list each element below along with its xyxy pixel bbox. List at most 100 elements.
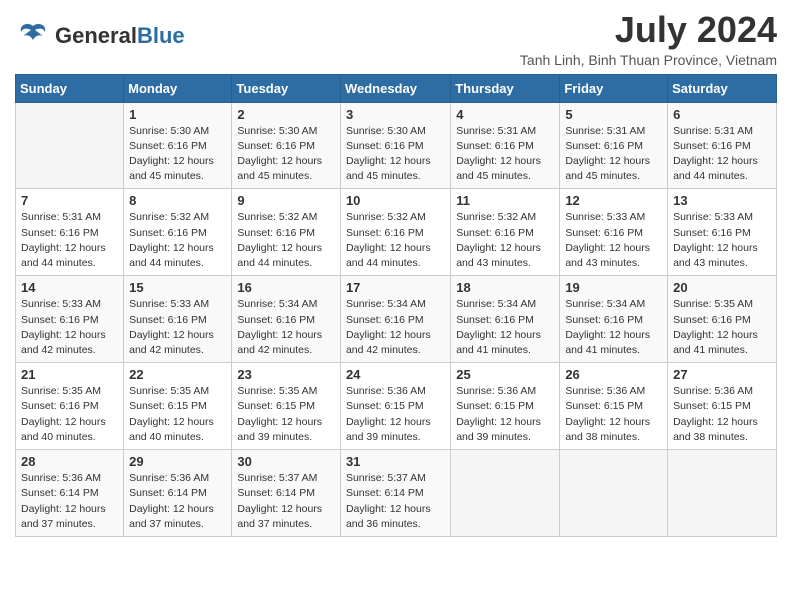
calendar-cell: 25 Sunrise: 5:36 AM Sunset: 6:15 PM Dayli…	[451, 363, 560, 450]
calendar-cell: 29 Sunrise: 5:36 AM Sunset: 6:14 PM Dayli…	[124, 450, 232, 537]
day-number: 30	[237, 454, 335, 469]
day-info: Sunrise: 5:37 AM Sunset: 6:14 PM Dayligh…	[237, 471, 335, 532]
weekday-header-sunday: Sunday	[16, 74, 124, 102]
day-info: Sunrise: 5:35 AM Sunset: 6:16 PM Dayligh…	[21, 384, 118, 445]
title-area: July 2024 Tanh Linh, Binh Thuan Province…	[520, 10, 777, 68]
day-number: 8	[129, 193, 226, 208]
calendar-cell: 13 Sunrise: 5:33 AM Sunset: 6:16 PM Dayli…	[668, 189, 777, 276]
day-info: Sunrise: 5:30 AM Sunset: 6:16 PM Dayligh…	[237, 124, 335, 185]
day-info: Sunrise: 5:36 AM Sunset: 6:15 PM Dayligh…	[565, 384, 662, 445]
day-number: 29	[129, 454, 226, 469]
calendar-cell: 30 Sunrise: 5:37 AM Sunset: 6:14 PM Dayli…	[232, 450, 341, 537]
day-info: Sunrise: 5:37 AM Sunset: 6:14 PM Dayligh…	[346, 471, 445, 532]
calendar-cell: 14 Sunrise: 5:33 AM Sunset: 6:16 PM Dayli…	[16, 276, 124, 363]
calendar-cell: 19Sunrise: 5:34 AM Sunset: 6:16 PM Dayli…	[560, 276, 668, 363]
day-info: Sunrise: 5:30 AM Sunset: 6:16 PM Dayligh…	[129, 124, 226, 185]
day-number: 12	[565, 193, 662, 208]
calendar-cell: 24 Sunrise: 5:36 AM Sunset: 6:15 PM Dayli…	[340, 363, 450, 450]
day-info: Sunrise: 5:31 AM Sunset: 6:16 PM Dayligh…	[673, 124, 771, 185]
day-number: 5	[565, 107, 662, 122]
calendar-cell: 5 Sunrise: 5:31 AM Sunset: 6:16 PM Daylig…	[560, 102, 668, 189]
day-number: 9	[237, 193, 335, 208]
day-info: Sunrise: 5:36 AM Sunset: 6:15 PM Dayligh…	[456, 384, 554, 445]
calendar-cell: 8 Sunrise: 5:32 AM Sunset: 6:16 PM Daylig…	[124, 189, 232, 276]
day-info: Sunrise: 5:36 AM Sunset: 6:15 PM Dayligh…	[673, 384, 771, 445]
day-info: Sunrise: 5:35 AM Sunset: 6:15 PM Dayligh…	[129, 384, 226, 445]
calendar-cell: 7 Sunrise: 5:31 AM Sunset: 6:16 PM Daylig…	[16, 189, 124, 276]
calendar-week-row: 7 Sunrise: 5:31 AM Sunset: 6:16 PM Daylig…	[16, 189, 777, 276]
calendar-week-row: 21 Sunrise: 5:35 AM Sunset: 6:16 PM Dayli…	[16, 363, 777, 450]
calendar-cell: 22 Sunrise: 5:35 AM Sunset: 6:15 PM Dayli…	[124, 363, 232, 450]
day-number: 15	[129, 280, 226, 295]
day-info: Sunrise: 5:32 AM Sunset: 6:16 PM Dayligh…	[456, 210, 554, 271]
weekday-header-saturday: Saturday	[668, 74, 777, 102]
day-number: 22	[129, 367, 226, 382]
day-info: Sunrise: 5:31 AM Sunset: 6:16 PM Dayligh…	[565, 124, 662, 185]
day-number: 13	[673, 193, 771, 208]
day-info: Sunrise: 5:34 AM Sunset: 6:16 PM Dayligh…	[346, 297, 445, 358]
day-number: 16	[237, 280, 335, 295]
day-number: 26	[565, 367, 662, 382]
day-number: 7	[21, 193, 118, 208]
day-number: 4	[456, 107, 554, 122]
weekday-header-thursday: Thursday	[451, 74, 560, 102]
day-number: 11	[456, 193, 554, 208]
location-subtitle: Tanh Linh, Binh Thuan Province, Vietnam	[520, 52, 777, 68]
calendar-cell: 21 Sunrise: 5:35 AM Sunset: 6:16 PM Dayli…	[16, 363, 124, 450]
calendar-cell: 26 Sunrise: 5:36 AM Sunset: 6:15 PM Dayli…	[560, 363, 668, 450]
weekday-header-tuesday: Tuesday	[232, 74, 341, 102]
day-number: 21	[21, 367, 118, 382]
day-number: 6	[673, 107, 771, 122]
day-info: Sunrise: 5:32 AM Sunset: 6:16 PM Dayligh…	[346, 210, 445, 271]
day-number: 20	[673, 280, 771, 295]
day-number: 24	[346, 367, 445, 382]
calendar-cell: 20 Sunrise: 5:35 AM Sunset: 6:16 PM Dayli…	[668, 276, 777, 363]
day-number: 10	[346, 193, 445, 208]
month-year-title: July 2024	[520, 10, 777, 50]
calendar-cell: 11 Sunrise: 5:32 AM Sunset: 6:16 PM Dayli…	[451, 189, 560, 276]
day-number: 28	[21, 454, 118, 469]
day-info: Sunrise: 5:33 AM Sunset: 6:16 PM Dayligh…	[673, 210, 771, 271]
logo-general-text: General	[55, 25, 137, 47]
calendar-week-row: 14 Sunrise: 5:33 AM Sunset: 6:16 PM Dayli…	[16, 276, 777, 363]
calendar-cell	[451, 450, 560, 537]
day-number: 18	[456, 280, 554, 295]
calendar-cell	[16, 102, 124, 189]
calendar-cell	[668, 450, 777, 537]
calendar-cell: 10 Sunrise: 5:32 AM Sunset: 6:16 PM Dayli…	[340, 189, 450, 276]
calendar-cell: 18Sunrise: 5:34 AM Sunset: 6:16 PM Dayli…	[451, 276, 560, 363]
calendar-table: SundayMondayTuesdayWednesdayThursdayFrid…	[15, 74, 777, 537]
day-info: Sunrise: 5:36 AM Sunset: 6:14 PM Dayligh…	[129, 471, 226, 532]
day-info: Sunrise: 5:32 AM Sunset: 6:16 PM Dayligh…	[129, 210, 226, 271]
calendar-cell: 4Sunrise: 5:31 AM Sunset: 6:16 PM Daylig…	[451, 102, 560, 189]
day-number: 2	[237, 107, 335, 122]
day-info: Sunrise: 5:33 AM Sunset: 6:16 PM Dayligh…	[21, 297, 118, 358]
day-info: Sunrise: 5:35 AM Sunset: 6:16 PM Dayligh…	[673, 297, 771, 358]
calendar-week-row: 1 Sunrise: 5:30 AM Sunset: 6:16 PM Daylig…	[16, 102, 777, 189]
day-number: 1	[129, 107, 226, 122]
weekday-header-row: SundayMondayTuesdayWednesdayThursdayFrid…	[16, 74, 777, 102]
calendar-week-row: 28 Sunrise: 5:36 AM Sunset: 6:14 PM Dayli…	[16, 450, 777, 537]
calendar-cell: 27Sunrise: 5:36 AM Sunset: 6:15 PM Dayli…	[668, 363, 777, 450]
day-info: Sunrise: 5:30 AM Sunset: 6:16 PM Dayligh…	[346, 124, 445, 185]
day-info: Sunrise: 5:34 AM Sunset: 6:16 PM Dayligh…	[237, 297, 335, 358]
day-info: Sunrise: 5:34 AM Sunset: 6:16 PM Dayligh…	[565, 297, 662, 358]
page-header: General Blue July 2024 Tanh Linh, Binh T…	[15, 10, 777, 68]
day-info: Sunrise: 5:31 AM Sunset: 6:16 PM Dayligh…	[21, 210, 118, 271]
day-number: 17	[346, 280, 445, 295]
day-number: 14	[21, 280, 118, 295]
day-info: Sunrise: 5:36 AM Sunset: 6:15 PM Dayligh…	[346, 384, 445, 445]
calendar-cell: 15Sunrise: 5:33 AM Sunset: 6:16 PM Dayli…	[124, 276, 232, 363]
logo-blue-text: Blue	[137, 25, 185, 47]
weekday-header-friday: Friday	[560, 74, 668, 102]
day-number: 3	[346, 107, 445, 122]
calendar-cell: 9Sunrise: 5:32 AM Sunset: 6:16 PM Daylig…	[232, 189, 341, 276]
day-info: Sunrise: 5:35 AM Sunset: 6:15 PM Dayligh…	[237, 384, 335, 445]
day-number: 25	[456, 367, 554, 382]
logo: General Blue	[15, 18, 185, 54]
calendar-cell: 6 Sunrise: 5:31 AM Sunset: 6:16 PM Daylig…	[668, 102, 777, 189]
calendar-cell: 2 Sunrise: 5:30 AM Sunset: 6:16 PM Daylig…	[232, 102, 341, 189]
calendar-cell: 3 Sunrise: 5:30 AM Sunset: 6:16 PM Daylig…	[340, 102, 450, 189]
logo-icon	[15, 18, 51, 54]
day-number: 31	[346, 454, 445, 469]
